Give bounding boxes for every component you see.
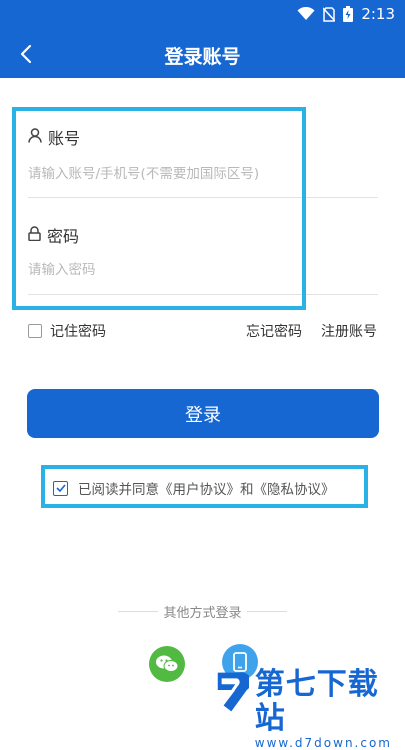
battery-charging-icon (343, 6, 354, 22)
wechat-login-button[interactable] (149, 646, 185, 682)
watermark-text: 第七下载站 www.d7down.com (255, 668, 405, 750)
remember-password-toggle[interactable]: 记住密码 (28, 321, 106, 341)
forgot-password-link[interactable]: 忘记密码 (246, 321, 302, 341)
check-icon (55, 484, 66, 492)
page-title: 登录账号 (164, 46, 241, 68)
agreement-row[interactable]: 已阅读并同意《用户协议》和《隐私协议》 (53, 478, 335, 498)
watermark-title: 第七下载站 (254, 667, 379, 736)
watermark: 第七下载站 www.d7down.com (210, 668, 405, 750)
login-button[interactable]: 登录 (27, 389, 379, 438)
status-time: 2:13 (361, 5, 395, 23)
other-login-title: 其他方式登录 (163, 606, 242, 621)
watermark-logo-icon (217, 672, 249, 712)
remember-checkbox[interactable] (28, 324, 42, 338)
other-right-line (247, 611, 287, 612)
wechat-icon (156, 655, 179, 672)
fields-highlight-box (12, 107, 306, 310)
status-bar: 2:13 (0, 0, 405, 30)
register-account-link[interactable]: 注册账号 (321, 321, 377, 341)
watermark-url: www.d7down.com (254, 736, 392, 750)
remember-label: 记住密码 (50, 324, 106, 340)
no-sim-icon (323, 6, 336, 22)
app-bar: 登录账号 (0, 30, 405, 78)
agreement-checkbox[interactable] (53, 480, 68, 496)
status-icons: 2:13 (297, 5, 395, 23)
wifi-icon (297, 7, 315, 21)
agreement-text: 已阅读并同意《用户协议》和《隐私协议》 (78, 482, 335, 498)
